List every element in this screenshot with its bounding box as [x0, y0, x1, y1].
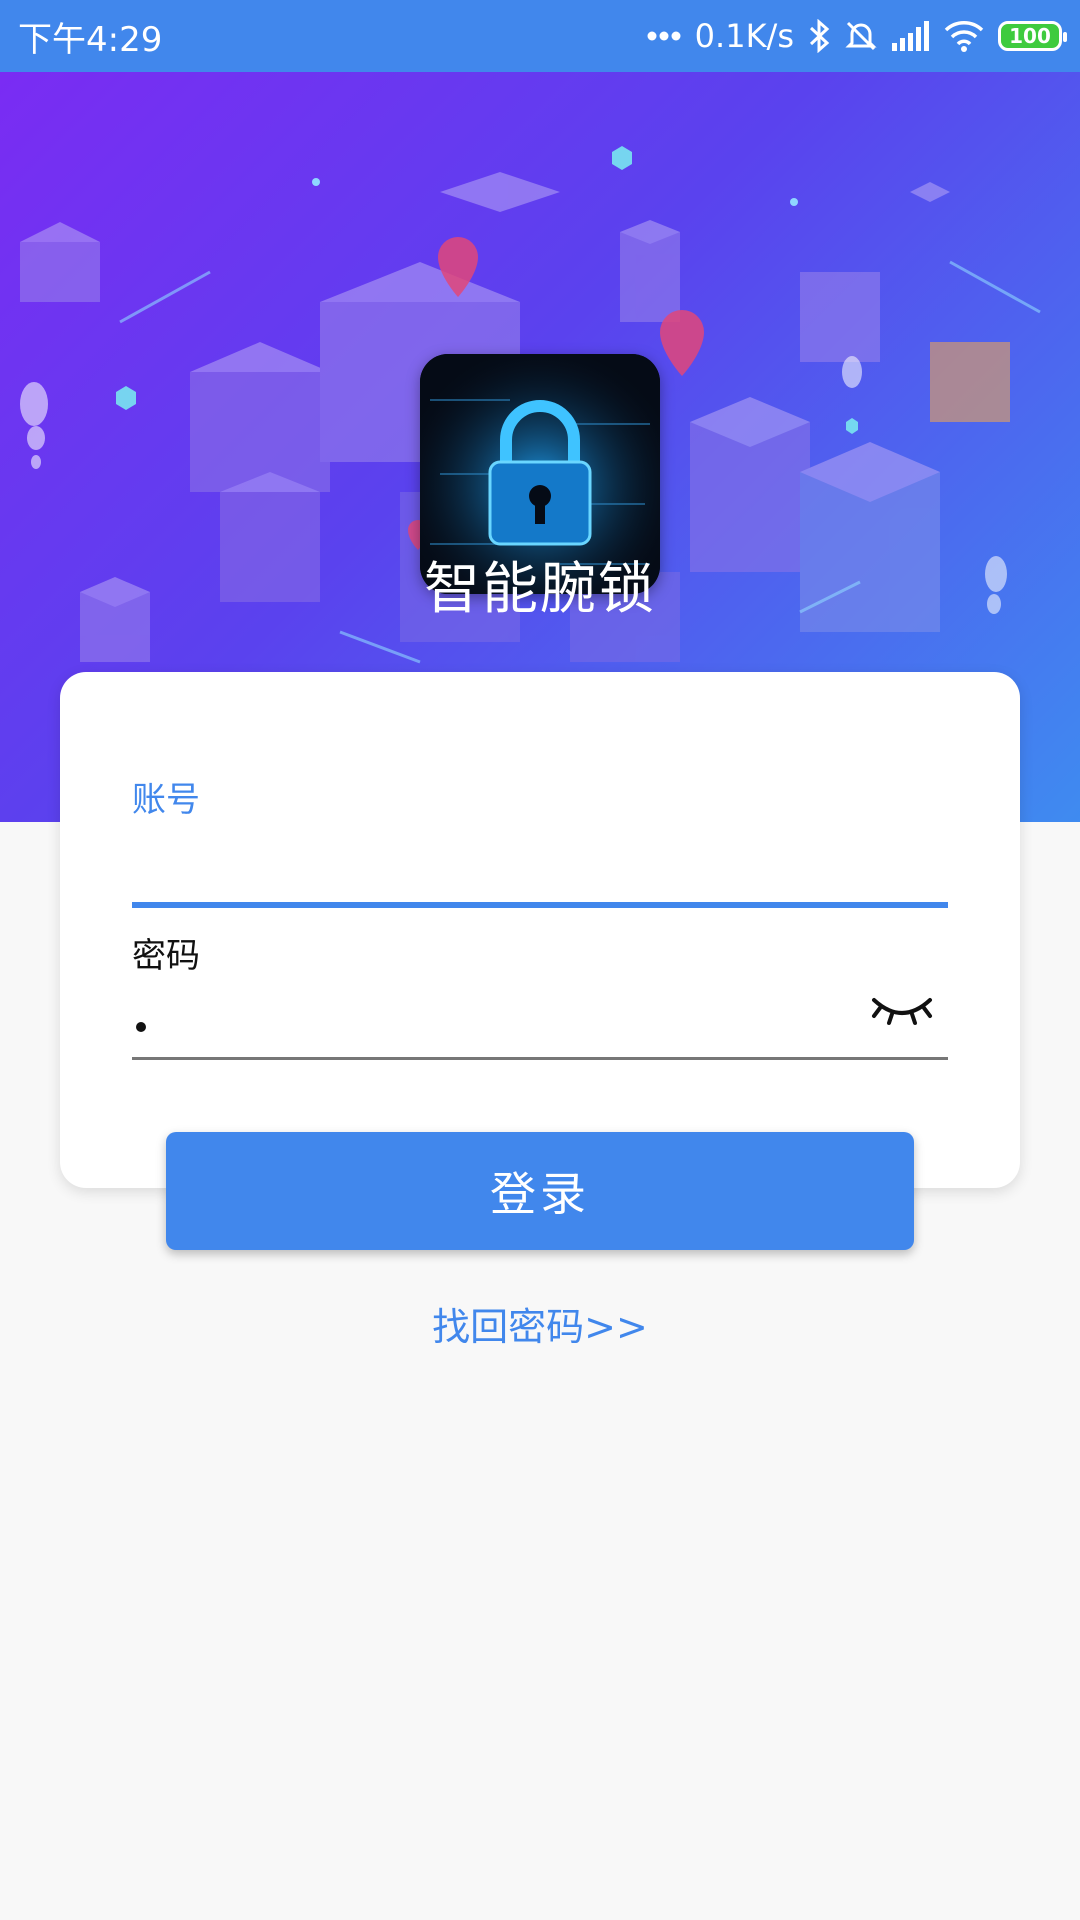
status-bar: 下午4:29 0.1K/s 100	[0, 0, 1080, 72]
password-underline	[132, 1057, 948, 1060]
login-button[interactable]: 登录	[166, 1132, 914, 1250]
status-icons: 0.1K/s 100	[647, 17, 1067, 55]
account-underline	[132, 902, 948, 908]
password-masked-char	[136, 1022, 146, 1032]
password-field[interactable]: 密码	[132, 928, 948, 1060]
network-speed: 0.1K/s	[694, 17, 794, 55]
signal-icon	[892, 21, 930, 51]
account-label: 账号	[132, 780, 200, 820]
find-password-link[interactable]: 找回密码>>	[0, 1296, 1080, 1351]
login-card: 账号 密码	[60, 672, 1020, 1188]
more-dots-icon	[647, 30, 681, 42]
account-input[interactable]	[132, 838, 948, 908]
wifi-icon	[944, 20, 984, 52]
status-time: 下午4:29	[18, 19, 163, 60]
eye-closed-icon[interactable]	[870, 990, 934, 1030]
bluetooth-icon	[808, 19, 830, 53]
password-label: 密码	[132, 936, 200, 976]
account-field[interactable]: 账号	[132, 772, 948, 908]
battery-level: 100	[1009, 24, 1051, 48]
mute-icon	[844, 19, 878, 53]
battery-icon: 100	[998, 21, 1067, 51]
app-title: 智能腕锁	[424, 557, 656, 622]
